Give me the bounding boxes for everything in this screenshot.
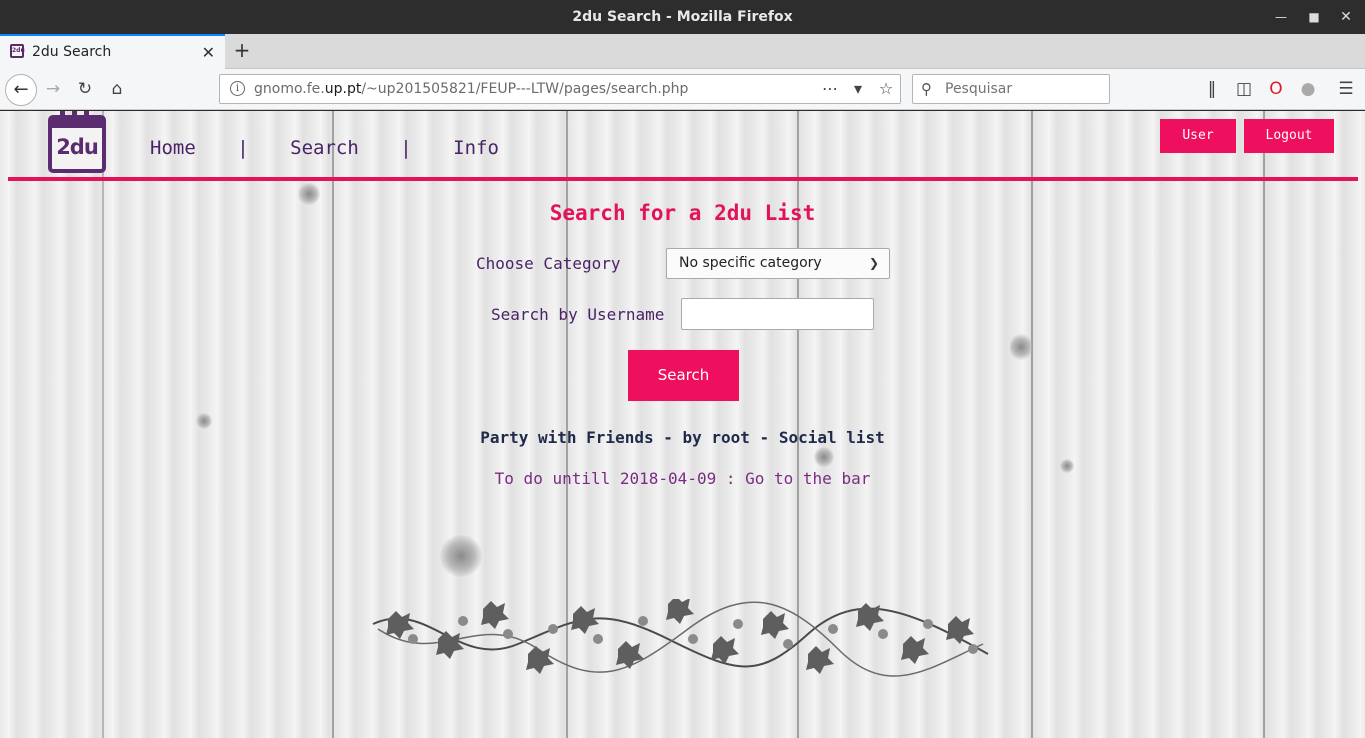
browser-navbar: ← → ↻ ⌂ i gnomo.fe.up.pt/~up201505821/FE…	[0, 69, 1365, 110]
menu-icon[interactable]: ☰	[1334, 77, 1358, 101]
category-label: Choose Category	[476, 254, 621, 273]
window-title: 2du Search - Mozilla Firefox	[572, 9, 793, 25]
pocket-icon[interactable]: ▾	[848, 79, 868, 99]
2du-logo[interactable]: 2du	[48, 111, 106, 173]
category-select[interactable]: No specific category ❯	[666, 248, 890, 279]
info-icon[interactable]: i	[230, 81, 245, 96]
chevron-down-icon: ❯	[868, 256, 879, 270]
nav-info[interactable]: Info	[453, 137, 499, 159]
search-button[interactable]: Search	[628, 350, 739, 401]
header-divider	[8, 177, 1358, 181]
tab-title: 2du Search	[32, 44, 112, 60]
logo-ring	[60, 111, 65, 122]
tab-2du-search[interactable]: 2du 2du Search ✕	[0, 34, 225, 69]
logo-ring	[72, 111, 77, 122]
close-window-icon[interactable]: ✕	[1337, 8, 1355, 26]
nav-separator: |	[237, 137, 249, 159]
category-selected-value: No specific category	[679, 255, 822, 271]
calendar-favicon-icon: 2du	[10, 44, 25, 58]
result-todo-item: To do untill 2018-04-09 : Go to the bar	[494, 469, 871, 488]
url-bar[interactable]: i gnomo.fe.up.pt/~up201505821/FEUP---LTW…	[219, 74, 901, 104]
wood-knot	[196, 413, 212, 429]
home-icon[interactable]: ⌂	[105, 77, 129, 101]
wood-knot	[440, 535, 482, 577]
search-placeholder: Pesquisar	[945, 81, 1013, 97]
forward-icon[interactable]: →	[41, 77, 65, 101]
opera-icon[interactable]: O	[1264, 77, 1288, 101]
new-tab-icon[interactable]: +	[231, 34, 253, 67]
username-label: Search by Username	[491, 305, 665, 324]
url-text[interactable]: gnomo.fe.up.pt/~up201505821/FEUP---LTW/p…	[254, 75, 688, 103]
page-title: Search for a 2du List	[549, 201, 816, 225]
username-input[interactable]	[681, 298, 874, 330]
ivy-decoration	[372, 599, 989, 677]
minimize-icon[interactable]: —	[1272, 8, 1290, 26]
logo-text: 2du	[56, 135, 99, 159]
maximize-icon[interactable]: ■	[1305, 8, 1323, 26]
nav-separator: |	[400, 137, 412, 159]
nav-home[interactable]: Home	[150, 137, 196, 159]
page-viewport: 2du Home | Search | Info User Logout Sea…	[0, 111, 1365, 738]
logo-ring	[84, 111, 89, 122]
result-list-title[interactable]: Party with Friends - by root - Social li…	[0, 428, 1365, 447]
wood-knot	[814, 447, 834, 467]
user-button[interactable]: User	[1160, 119, 1236, 153]
main-nav: Home | Search | Info	[150, 137, 499, 159]
nav-search[interactable]: Search	[290, 137, 359, 159]
back-icon[interactable]: ←	[5, 74, 37, 106]
sidebar-icon[interactable]: ◫	[1232, 77, 1256, 101]
tab-strip: 2du 2du Search ✕ +	[0, 34, 1365, 69]
browser-search-input[interactable]: ⚲ Pesquisar	[912, 74, 1110, 104]
globe-icon[interactable]: ●	[1296, 77, 1320, 101]
close-tab-icon[interactable]: ✕	[202, 36, 215, 69]
library-icon[interactable]: ‖	[1200, 77, 1224, 101]
more-actions-icon[interactable]: ⋯	[820, 79, 840, 99]
wood-knot	[1010, 333, 1032, 361]
reload-icon[interactable]: ↻	[73, 77, 97, 101]
star-icon[interactable]: ☆	[876, 79, 896, 99]
window-titlebar: 2du Search - Mozilla Firefox — ■ ✕	[0, 0, 1365, 34]
logout-button[interactable]: Logout	[1244, 119, 1334, 153]
search-icon: ⚲	[921, 80, 932, 98]
